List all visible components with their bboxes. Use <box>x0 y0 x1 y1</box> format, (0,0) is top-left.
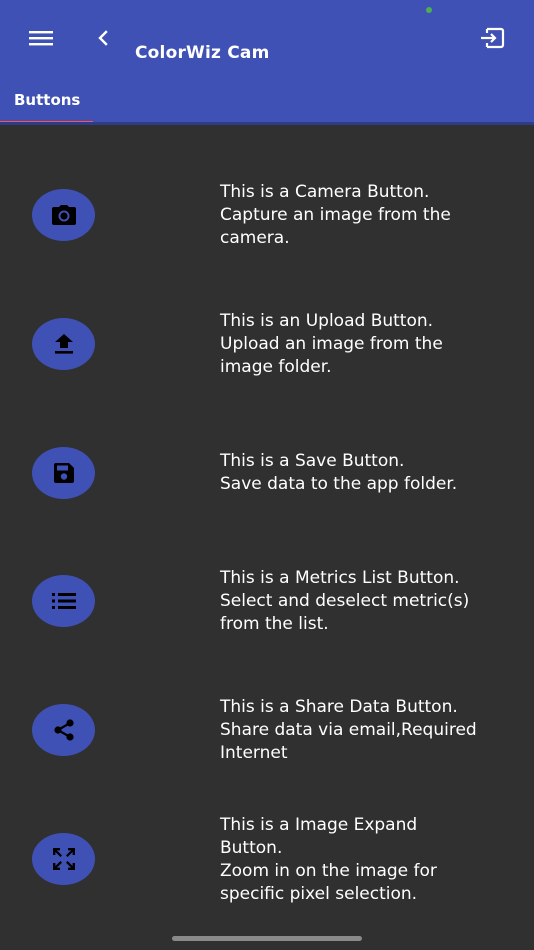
back-button[interactable] <box>83 18 123 58</box>
app-title: ColorWiz Cam <box>135 43 270 63</box>
save-button[interactable] <box>32 447 95 499</box>
description-line: This is an Upload Button. <box>220 311 434 331</box>
description-line: specific pixel selection. <box>220 884 418 904</box>
expand-icon <box>52 848 75 870</box>
list-item: This is a Save Button. Save data to the … <box>0 408 534 537</box>
description-line: Save data to the app folder. <box>220 474 458 494</box>
camera-icon <box>51 205 76 225</box>
camera-button-description: This is a Camera Button. Capture an imag… <box>220 181 520 250</box>
home-indicator-bar[interactable] <box>172 936 362 941</box>
menu-button[interactable] <box>21 18 61 58</box>
list-icon <box>51 593 76 609</box>
description-line: from the list. <box>220 614 329 634</box>
app-bar-divider <box>0 122 534 125</box>
description-line: Upload an image from the <box>220 334 443 354</box>
list-item: This is a Image Expand Button. Zoom in o… <box>0 795 534 924</box>
description-line: image folder. <box>220 357 332 377</box>
tab-buttons[interactable]: Buttons <box>0 88 93 124</box>
description-line: Button. <box>220 838 283 858</box>
upload-icon <box>54 334 73 354</box>
metrics-list-button-description: This is a Metrics List Button. Select an… <box>220 567 520 636</box>
image-expand-button-description: This is a Image Expand Button. Zoom in o… <box>220 814 520 906</box>
description-line: This is a Metrics List Button. <box>220 568 460 588</box>
list-item: This is a Metrics List Button. Select an… <box>0 537 534 666</box>
list-item: This is a Camera Button. Capture an imag… <box>0 150 534 279</box>
share-data-button-description: This is a Share Data Button. Share data … <box>220 696 520 765</box>
description-line: Share data via email,Required <box>220 720 477 740</box>
description-line: Capture an image from the <box>220 205 451 225</box>
description-line: This is a Share Data Button. <box>220 697 458 717</box>
image-expand-button[interactable] <box>32 833 95 885</box>
save-icon <box>53 463 74 483</box>
description-line: camera. <box>220 228 290 248</box>
app-bar: ColorWiz Cam Buttons <box>0 0 534 124</box>
description-line: Internet <box>220 743 288 763</box>
description-line: Select and deselect metric(s) <box>220 591 470 611</box>
description-line: This is a Image Expand <box>220 815 418 835</box>
chevron-left-icon <box>98 30 108 46</box>
upload-button-description: This is an Upload Button. Upload an imag… <box>220 310 520 379</box>
tab-label: Buttons <box>14 91 81 109</box>
description-line: This is a Camera Button. <box>220 182 430 202</box>
description-line: Zoom in on the image for <box>220 861 437 881</box>
camera-button[interactable] <box>32 189 95 241</box>
metrics-list-button[interactable] <box>32 575 95 627</box>
list-item: This is a Share Data Button. Share data … <box>0 666 534 795</box>
exit-to-app-icon <box>481 27 505 49</box>
list-item: This is an Upload Button. Upload an imag… <box>0 279 534 408</box>
save-button-description: This is a Save Button. Save data to the … <box>220 450 520 496</box>
hamburger-menu-icon <box>29 31 53 46</box>
upload-button[interactable] <box>32 318 95 370</box>
description-line: This is a Save Button. <box>220 451 405 471</box>
share-data-button[interactable] <box>32 704 95 756</box>
share-icon <box>53 719 74 741</box>
logout-button[interactable] <box>472 18 512 58</box>
status-indicator-dot <box>426 7 432 13</box>
